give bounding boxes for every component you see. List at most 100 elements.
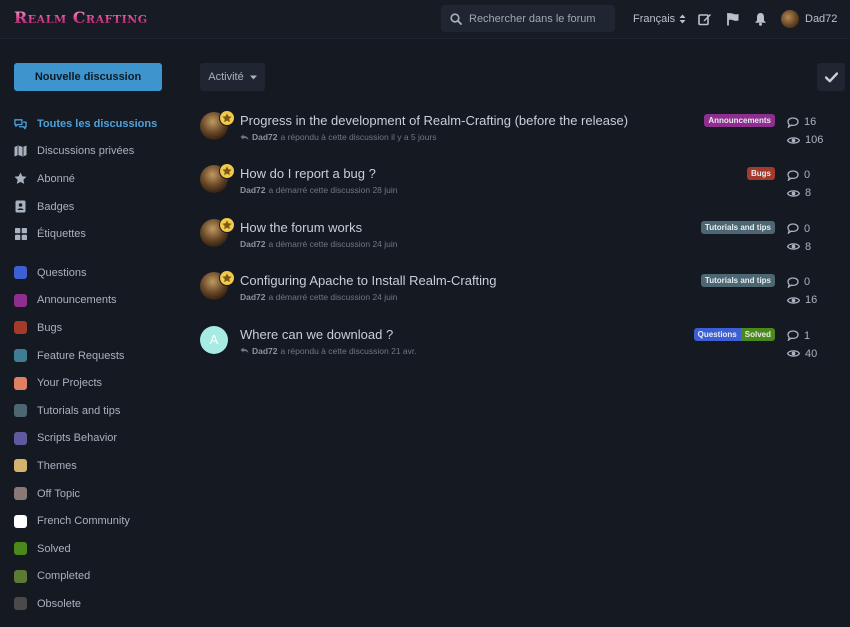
discussion-action: a démarré cette discussion 24 juin [268, 292, 398, 303]
sidebar-nav: Toutes les discussions Discussions privé… [14, 110, 174, 248]
tag-color-swatch [14, 487, 27, 501]
tag-label: French Community [37, 515, 130, 528]
discussion-item[interactable]: A Where can we download ? Dad72 a répond… [200, 321, 845, 374]
notifications-bell-icon[interactable] [752, 11, 768, 27]
discussion-stats: 0 8 [787, 166, 842, 202]
nav-tags[interactable]: Étiquettes [14, 220, 174, 248]
discussion-title[interactable]: How the forum works [240, 220, 362, 235]
nav-badges[interactable]: Badges [14, 193, 174, 221]
nav-label: Discussions privées [37, 145, 135, 158]
views-count: 40 [805, 347, 818, 360]
discussion-author[interactable]: Dad72 [240, 239, 266, 249]
tag-label: Your Projects [37, 377, 103, 390]
tag-color-swatch [14, 514, 27, 528]
sidebar-tag-tutorials[interactable]: Tutorials and tips [14, 397, 174, 425]
views-count: 16 [805, 294, 818, 307]
discussion-tags: Announcements [704, 114, 775, 127]
tag-color-swatch [14, 459, 27, 473]
tag-label: Announcements [37, 294, 117, 307]
discussion-tags: Tutorials and tips [700, 220, 775, 234]
reply-icon [240, 134, 249, 140]
replies-count: 0 [804, 222, 811, 235]
sidebar-tag-announcements[interactable]: Announcements [14, 287, 174, 315]
sidebar-tag-feature-requests[interactable]: Feature Requests [14, 342, 174, 370]
tag-label-badge[interactable]: Bugs [747, 167, 775, 181]
author-avatar[interactable]: A [200, 325, 228, 354]
views-stat: 40 [787, 345, 842, 363]
sort-dropdown[interactable]: Activité [200, 63, 265, 91]
discussion-stats: 16 106 [787, 113, 842, 149]
tag-label-badge[interactable]: Solved [740, 327, 775, 341]
nav-label: Badges [37, 200, 75, 213]
tag-label: Solved [37, 542, 71, 555]
discussion-author[interactable]: Dad72 [252, 346, 278, 356]
mark-all-read-button[interactable] [817, 63, 845, 91]
replies-count: 0 [804, 276, 811, 289]
discussion-item[interactable]: How do I report a bug ? Dad72 a démarré … [200, 160, 845, 213]
user-avatar [781, 10, 799, 28]
sidebar-tag-scripts-behavior[interactable]: Scripts Behavior [14, 425, 174, 453]
check-icon [824, 71, 838, 82]
tag-label: Scripts Behavior [37, 432, 118, 445]
new-discussion-button[interactable]: Nouvelle discussion [14, 63, 162, 91]
sidebar-tag-bugs[interactable]: Bugs [14, 314, 174, 342]
replies-stat: 0 [787, 273, 842, 291]
search-box[interactable] [441, 5, 615, 32]
tag-color-swatch [14, 569, 27, 583]
tag-label: Obsolete [37, 597, 82, 610]
tag-color-swatch [14, 293, 27, 307]
nav-subscribed[interactable]: Abonné [14, 165, 174, 193]
sort-arrows-icon [679, 14, 686, 24]
tag-label: Questions [37, 266, 87, 279]
sidebar-tag-french-community[interactable]: French Community [14, 507, 174, 535]
pinned-star-badge-icon [219, 216, 235, 233]
tag-color-swatch [14, 431, 27, 445]
discussion-list: Progress in the development of Realm-Cra… [200, 107, 845, 374]
discussion-stats: 0 8 [787, 220, 842, 256]
tag-label-badge[interactable]: Questions [693, 327, 741, 341]
compose-icon[interactable] [697, 11, 713, 27]
tag-label-badge[interactable]: Announcements [704, 114, 775, 127]
discussion-item[interactable]: Configuring Apache to Install Realm-Craf… [200, 267, 845, 320]
sidebar-tag-completed[interactable]: Completed [14, 563, 174, 591]
tag-label-badge[interactable]: Tutorials and tips [700, 274, 775, 288]
discussion-title[interactable]: Where can we download ? [240, 327, 393, 342]
nav-all-discussions[interactable]: Toutes les discussions [14, 110, 174, 138]
sidebar-tag-your-projects[interactable]: Your Projects [14, 369, 174, 397]
search-input[interactable] [469, 12, 609, 25]
language-selector[interactable]: Français [633, 13, 686, 25]
sidebar-tag-questions[interactable]: Questions [14, 259, 174, 287]
discussion-author[interactable]: Dad72 [240, 292, 266, 302]
flag-icon[interactable] [725, 11, 741, 27]
replies-stat: 1 [787, 327, 842, 345]
views-stat: 8 [787, 238, 842, 256]
eye-icon [787, 190, 800, 197]
top-header: Realm Crafting Français Dad72 [0, 0, 850, 39]
badge-icon [14, 200, 27, 213]
pinned-star-badge-icon [219, 163, 235, 180]
sidebar-tag-themes[interactable]: Themes [14, 452, 174, 480]
map-icon [14, 145, 27, 158]
replies-count: 1 [804, 329, 811, 342]
views-stat: 16 [787, 291, 842, 309]
tag-label-badge[interactable]: Tutorials and tips [700, 220, 775, 234]
discussion-item[interactable]: How the forum works Dad72 a démarré cett… [200, 214, 845, 267]
discussion-stats: 0 16 [787, 273, 842, 309]
discussion-item[interactable]: Progress in the development of Realm-Cra… [200, 107, 845, 160]
sidebar-tag-off-topic[interactable]: Off Topic [14, 480, 174, 508]
sidebar-tag-obsolete[interactable]: Obsolete [14, 590, 174, 618]
discussion-author[interactable]: Dad72 [240, 185, 266, 195]
sidebar-tag-list: Questions Announcements Bugs Feature Req… [14, 259, 174, 618]
discussion-title[interactable]: Configuring Apache to Install Realm-Craf… [240, 273, 497, 288]
user-menu[interactable]: Dad72 [781, 10, 837, 28]
nav-private-discussions[interactable]: Discussions privées [14, 138, 174, 166]
discussion-author[interactable]: Dad72 [252, 132, 278, 142]
discussion-title[interactable]: Progress in the development of Realm-Cra… [240, 113, 628, 128]
views-count: 106 [805, 134, 824, 146]
username-label: Dad72 [805, 13, 838, 25]
site-logo[interactable]: Realm Crafting [14, 8, 148, 27]
discussion-meta: Dad72 a répondu à cette discussion il y … [240, 132, 436, 142]
language-label: Français [633, 13, 676, 25]
discussion-title[interactable]: How do I report a bug ? [240, 166, 376, 181]
sidebar-tag-solved[interactable]: Solved [14, 535, 174, 563]
